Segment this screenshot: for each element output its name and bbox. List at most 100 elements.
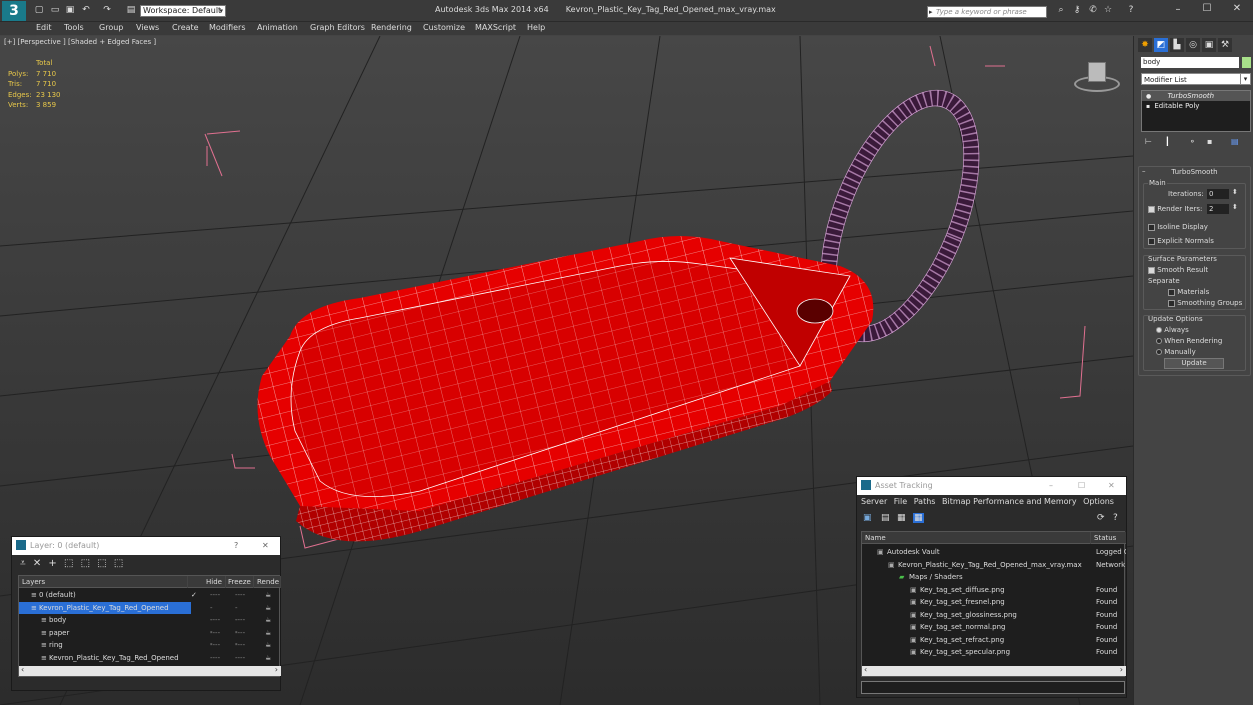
list-icon[interactable]: ▤: [881, 513, 890, 523]
asset-row[interactable]: ▣ Key_tag_set_diffuse.png Found: [862, 584, 1126, 596]
col-hide[interactable]: Hide: [206, 576, 226, 588]
asset-row[interactable]: ▣ Key_tag_set_specular.png Found: [862, 646, 1126, 658]
menu-maxscript[interactable]: MAXScript: [475, 23, 516, 32]
freeze-toggle[interactable]: ----: [235, 639, 245, 651]
layer-hscrollbar[interactable]: ‹ ›: [19, 665, 281, 676]
asset-tracking-titlebar[interactable]: Asset Tracking – ☐ ✕: [857, 477, 1126, 495]
spinner-arrows-icon[interactable]: ⬍: [1232, 203, 1238, 211]
col-status[interactable]: Status: [1094, 532, 1126, 544]
motion-tab-icon[interactable]: ◎: [1186, 38, 1200, 52]
layer-row[interactable]: ≡ Kevron_Plastic_Key_Tag_Red_Opened ---- --…: [19, 652, 281, 664]
modifier-list-dropdown[interactable]: Modifier List ▾: [1141, 73, 1251, 85]
layer-row[interactable]: ≡ Kevron_Plastic_Key_Tag_Red_Opened ---- --…: [19, 601, 271, 648]
asset-row[interactable]: ▣ Key_tag_set_fresnel.png Found: [862, 596, 1126, 608]
close-button[interactable]: ✕: [1108, 477, 1115, 495]
asset-table[interactable]: Name Status ▣Autodesk VaultLogged O▣Kevr…: [861, 531, 1126, 677]
freeze-toggle[interactable]: ----: [235, 614, 245, 626]
col-layers[interactable]: Layers: [22, 576, 188, 588]
close-button[interactable]: ✕: [262, 537, 269, 555]
asset-row[interactable]: ▣ Key_tag_set_glossiness.png Found: [862, 609, 1126, 621]
asset-hscrollbar[interactable]: ‹ ›: [862, 665, 1126, 676]
star-icon[interactable]: ☆: [1102, 5, 1114, 16]
key-tag-body[interactable]: [257, 236, 874, 542]
save-file-icon[interactable]: ▣: [64, 5, 76, 16]
binoculars-icon[interactable]: ⌕: [1055, 5, 1067, 16]
utilities-tab-icon[interactable]: ⚒: [1218, 38, 1232, 52]
menu-customize[interactable]: Customize: [423, 23, 465, 32]
viewcube-icon[interactable]: [1074, 60, 1122, 94]
iterations-spinner[interactable]: 0: [1207, 189, 1229, 199]
explicit-normals-checkbox[interactable]: [1148, 237, 1155, 245]
new-file-icon[interactable]: ▢: [33, 5, 45, 16]
menu-create[interactable]: Create: [172, 23, 199, 32]
current-layer-check-icon[interactable]: ✓: [191, 589, 197, 601]
asset-path-field[interactable]: [861, 681, 1125, 694]
menu-help[interactable]: Help: [527, 23, 545, 32]
layer-row[interactable]: ≡ paper ---- ---- ☕: [19, 627, 281, 639]
show-end-result-icon[interactable]: ┃: [1165, 137, 1170, 146]
layer-row[interactable]: ≡ body ---- ---- ☕: [19, 614, 281, 626]
highlight-layer-icon[interactable]: ⬚: [77, 558, 90, 569]
help-icon[interactable]: ?: [1113, 513, 1118, 523]
redo-icon[interactable]: ↷: [101, 5, 113, 16]
smoothing-groups-checkbox[interactable]: [1168, 299, 1175, 307]
layer-row[interactable]: ≡ ring ---- ---- ☕: [19, 639, 281, 651]
maximize-button[interactable]: ☐: [1199, 3, 1215, 14]
layer-name[interactable]: paper: [49, 627, 69, 639]
app-logo-icon[interactable]: 3: [2, 1, 26, 21]
layer-name[interactable]: body: [49, 614, 66, 626]
freeze-toggle[interactable]: ----: [235, 589, 245, 601]
maximize-button[interactable]: ☐: [1078, 477, 1085, 495]
scroll-right-icon[interactable]: ›: [275, 665, 278, 674]
open-file-icon[interactable]: ▭: [49, 5, 61, 16]
hide-toggle[interactable]: ----: [210, 639, 220, 651]
asset-menu-server[interactable]: Server: [861, 497, 887, 506]
freeze-all-icon[interactable]: ⬚: [110, 558, 123, 569]
vault-icon[interactable]: ▣: [863, 513, 872, 523]
scroll-right-icon[interactable]: ›: [1120, 665, 1123, 674]
modify-tab-icon[interactable]: ◩: [1154, 38, 1168, 52]
smooth-result-checkbox[interactable]: [1148, 266, 1155, 274]
menu-edit[interactable]: Edit: [36, 23, 52, 32]
freeze-toggle[interactable]: ----: [235, 627, 245, 639]
col-freeze[interactable]: Freeze: [228, 576, 254, 588]
scroll-left-icon[interactable]: ‹: [21, 665, 24, 674]
menu-modifiers[interactable]: Modifiers: [209, 23, 246, 32]
menu-group[interactable]: Group: [99, 23, 123, 32]
help-icon[interactable]: ?: [1125, 5, 1137, 16]
layer-name[interactable]: Kevron_Plastic_Key_Tag_Red_Opened: [49, 652, 179, 664]
rollout-title[interactable]: TurboSmooth: [1139, 167, 1250, 177]
render-teapot-icon[interactable]: ☕: [265, 627, 271, 639]
when-rendering-radio[interactable]: [1156, 338, 1162, 344]
hierarchy-tab-icon[interactable]: ▙: [1170, 38, 1184, 52]
minimize-button[interactable]: –: [1170, 4, 1186, 15]
spinner-arrows-icon[interactable]: ⬍: [1232, 188, 1238, 196]
thumbnail-icon[interactable]: ▦: [897, 513, 906, 523]
expand-icon[interactable]: ▪: [1146, 103, 1150, 110]
asset-menu-file[interactable]: File: [890, 497, 907, 506]
search-input[interactable]: ▸ Type a keyword or phrase: [927, 6, 1047, 18]
layer-row[interactable]: ≡ 0 (default) ---- ---- ☕ ✓: [19, 589, 281, 601]
table-view-icon[interactable]: ▦: [913, 513, 924, 523]
asset-row[interactable]: ▣ Key_tag_set_normal.png Found: [862, 621, 1126, 633]
scroll-left-icon[interactable]: ‹: [864, 665, 867, 674]
collapse-icon[interactable]: –: [1142, 167, 1146, 175]
col-render[interactable]: Rende: [257, 576, 281, 588]
menu-graph-editors[interactable]: Graph Editors: [310, 23, 365, 32]
render-teapot-icon[interactable]: ☕: [265, 589, 271, 601]
stack-item-editable-poly[interactable]: ▪ Editable Poly: [1142, 101, 1250, 111]
hide-toggle[interactable]: ----: [210, 627, 220, 639]
remove-modifier-icon[interactable]: ▪: [1207, 137, 1212, 146]
communication-icon[interactable]: ✆: [1087, 5, 1099, 16]
asset-menu-options[interactable]: Options: [1079, 497, 1114, 506]
add-to-layer-icon[interactable]: +: [44, 558, 56, 569]
asset-menu-bitmap[interactable]: Bitmap Performance and Memory: [938, 497, 1077, 506]
render-teapot-icon[interactable]: ☕: [265, 602, 271, 614]
always-radio[interactable]: [1156, 327, 1162, 333]
configure-sets-icon[interactable]: ▤: [1231, 137, 1239, 146]
make-unique-icon[interactable]: ⚬: [1189, 137, 1196, 146]
object-color-swatch[interactable]: [1242, 57, 1251, 68]
menu-animation[interactable]: Animation: [257, 23, 298, 32]
delete-layer-icon[interactable]: ✕: [29, 558, 41, 569]
undo-icon[interactable]: ↶: [80, 5, 92, 16]
